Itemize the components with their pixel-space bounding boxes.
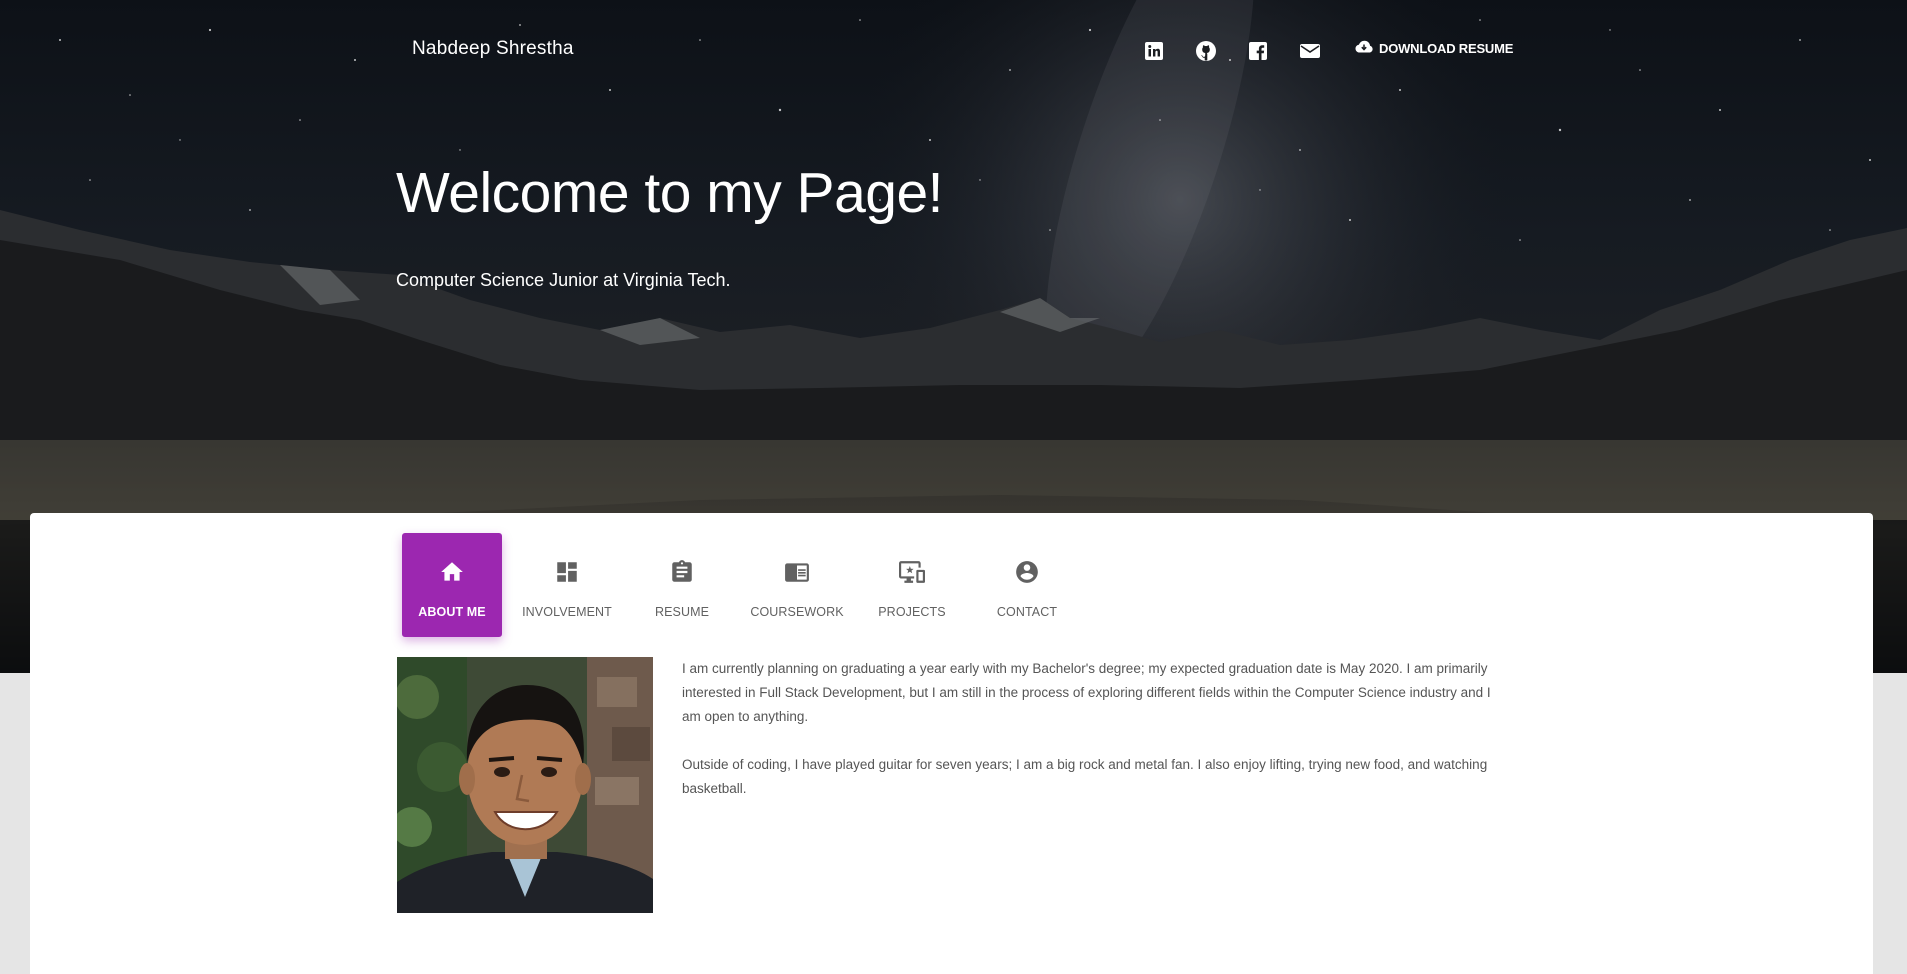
devices-icon: [897, 559, 927, 588]
about-paragraph-1: I am currently planning on graduating a …: [682, 661, 1491, 724]
tab-projects[interactable]: PROJECTS: [862, 533, 962, 637]
clipboard-icon: [669, 559, 695, 588]
dashboard-icon: [554, 559, 580, 588]
envelope-icon[interactable]: [1297, 38, 1323, 64]
tab-contact[interactable]: CONTACT: [977, 533, 1077, 637]
hero-subtitle: Computer Science Junior at Virginia Tech…: [396, 270, 731, 290]
tab-about-me[interactable]: ABOUT ME: [402, 533, 502, 637]
cloud-download-icon: [1355, 40, 1373, 56]
github-icon[interactable]: [1193, 38, 1219, 64]
tab-involvement[interactable]: INVOLVEMENT: [517, 533, 617, 637]
download-resume-button[interactable]: DOWNLOAD RESUME: [1355, 40, 1513, 56]
tab-label: COURSEWORK: [750, 605, 844, 619]
tab-label: PROJECTS: [878, 605, 946, 619]
facebook-icon[interactable]: [1245, 38, 1271, 64]
home-icon: [439, 559, 465, 588]
chrome-reader-icon: [783, 559, 811, 588]
about-paragraph-2: Outside of coding, I have played guitar …: [682, 757, 1488, 796]
tab-label: RESUME: [654, 605, 710, 619]
linkedin-icon[interactable]: [1141, 38, 1167, 64]
hero-title: Welcome to my Page!: [396, 161, 944, 225]
profile-photo: [397, 657, 653, 913]
download-resume-label: DOWNLOAD RESUME: [1379, 40, 1514, 56]
tab-coursework[interactable]: COURSEWORK: [747, 533, 847, 637]
tab-resume[interactable]: RESUME: [632, 533, 732, 637]
section-tabs: ABOUT ME INVOLVEMENT RESUME COURSEWORK P…: [402, 533, 1092, 637]
tab-label: CONTACT: [996, 605, 1058, 619]
about-me-text: I am currently planning on graduating a …: [682, 657, 1512, 825]
tab-label: INVOLVEMENT: [522, 605, 612, 619]
tab-label: ABOUT ME: [418, 605, 486, 619]
site-brand[interactable]: Nabdeep Shrestha: [412, 38, 574, 60]
account-circle-icon: [1014, 559, 1040, 588]
